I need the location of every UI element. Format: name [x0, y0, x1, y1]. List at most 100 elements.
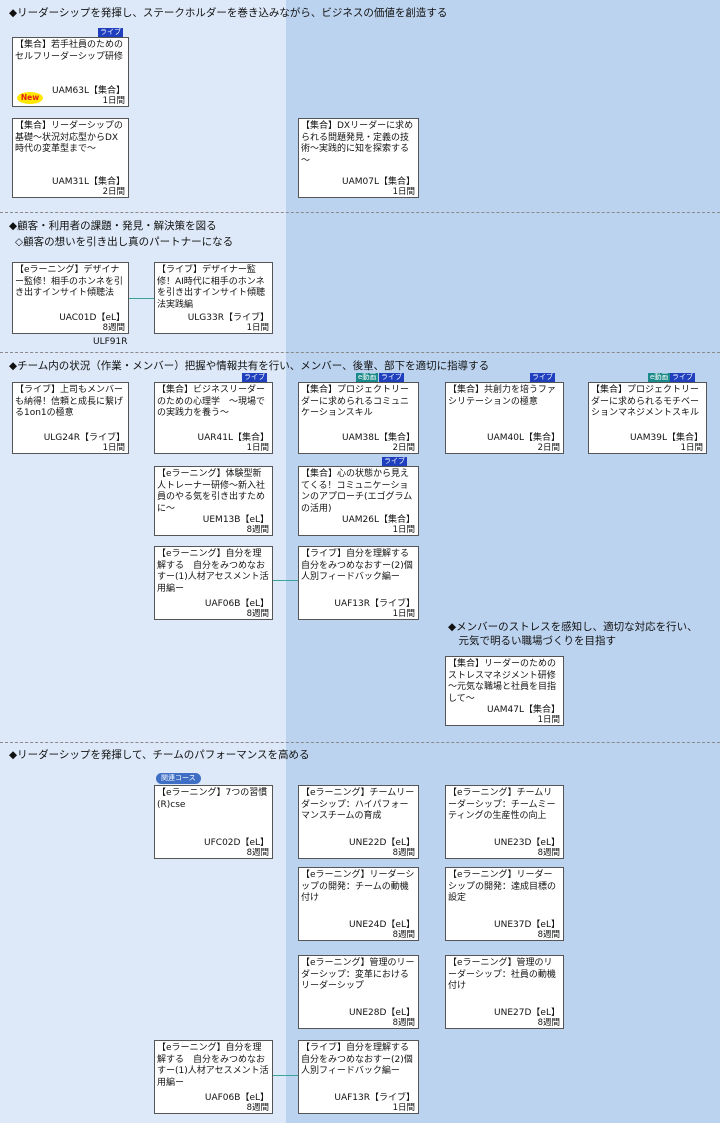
course-card[interactable]: 【集合】ビジネスリーダーのための心理学 ～現場での実践力を養う～ UAR41L【… [154, 382, 273, 454]
course-code: UAF06B【eL】 [204, 599, 269, 609]
course-duration: 1日間 [392, 187, 415, 197]
course-title: 【eラーニング】体験型新人トレーナー研修～新入社員のやる気を引き出すために～ [157, 469, 266, 514]
course-card[interactable]: 【eラーニング】リーダーシップの開発：達成目標の設定 UNE37D【eL】 8週… [445, 867, 564, 941]
section-heading-team-performance: ◆リーダーシップを発揮して、チームのパフォーマンスを高める [9, 749, 310, 761]
course-card[interactable]: 【eラーニング】チームリーダーシップ：チームミーティングの生産性の向上 UNE2… [445, 785, 564, 859]
course-title: 【eラーニング】管理のリーダーシップ：社員の動機付け [448, 958, 556, 991]
course-duration: 2日間 [102, 187, 125, 197]
course-card[interactable]: 【ライブ】デザイナー監修！AI時代に相手のホンネを引き出すインサイト傾聴法実践編… [154, 262, 273, 334]
course-duration: 1日間 [246, 443, 269, 453]
course-code: UAF06B【eL】 [204, 1093, 269, 1103]
live-badge: ライブ [382, 457, 407, 466]
course-duration: 1日間 [392, 609, 415, 619]
course-duration: 8週間 [392, 930, 415, 940]
course-card[interactable]: 【集合】プロジェクトリーダーに求められるモチベーションマネジメントスキル UAM… [588, 382, 707, 454]
course-title: 【集合】ビジネスリーダーのための心理学 ～現場での実践力を養う～ [157, 385, 266, 418]
course-duration: 8週間 [392, 848, 415, 858]
course-card[interactable]: 【eラーニング】7つの習慣(R)cse UFC02D【eL】 8週間 [154, 785, 273, 859]
course-code: UFC02D【eL】 [204, 838, 269, 848]
course-title: 【eラーニング】自分を理解する 自分をみつめなおすー(1)人材アセスメント活用編… [157, 1043, 269, 1088]
course-title: 【eラーニング】チームリーダーシップ：ハイパフォーマンスチームの育成 [301, 788, 415, 821]
card-connector [272, 580, 299, 581]
course-title: 【eラーニング】自分を理解する 自分をみつめなおすー(1)人材アセスメント活用編… [157, 549, 269, 594]
course-title: 【eラーニング】リーダーシップの開発：チームの動機付け [301, 870, 415, 903]
section-divider [0, 742, 720, 743]
live-badge: ライブ [379, 373, 404, 382]
course-code: UAM26L【集合】 [342, 515, 415, 525]
course-title: 【集合】DXリーダーに求められる問題発見・定義の技術～実践的に知を探索する～ [301, 121, 414, 166]
course-duration: 8週間 [246, 1103, 269, 1113]
live-badge: ライブ [98, 28, 123, 37]
course-code: UAF13R【ライブ】 [334, 599, 415, 609]
course-code: UAM38L【集合】 [342, 433, 415, 443]
course-card[interactable]: 【ライブ】自分を理解する 自分をみつめなおすー(2)個人別フィードバック編ー U… [298, 546, 419, 620]
course-title: 【集合】心の状態から見えてくる！コミュニケーションのアプローチ(エゴグラムの活用… [301, 469, 413, 514]
course-title: 【eラーニング】7つの習慣(R)cse [157, 788, 268, 810]
course-title: 【eラーニング】管理のリーダーシップ：変革におけるリーダーシップ [301, 958, 415, 991]
course-card[interactable]: 【eラーニング】チームリーダーシップ：ハイパフォーマンスチームの育成 UNE22… [298, 785, 419, 859]
course-duration: 1日間 [246, 323, 269, 333]
course-card[interactable]: 【集合】リーダーのためのストレスマネジメント研修～元気な職場と社員を目指して～ … [445, 656, 564, 726]
course-code: UAM07L【集合】 [342, 177, 415, 187]
course-card[interactable]: 【ライブ】自分を理解する 自分をみつめなおすー(2)個人別フィードバック編ー U… [298, 1040, 419, 1114]
course-card[interactable]: 【集合】若手社員のための セルフリーダーシップ研修 New UAM63L【集合】… [12, 37, 129, 107]
live-badge: ライブ [530, 373, 555, 382]
course-code: UAM39L【集合】 [630, 433, 703, 443]
course-title: 【集合】プロジェクトリーダーに求められるコミュニケーションスキル [301, 385, 410, 418]
course-duration: 8週間 [246, 609, 269, 619]
course-card[interactable]: 【eラーニング】管理のリーダーシップ：社員の動機付け UNE27D【eL】 8週… [445, 955, 564, 1029]
course-code: UEM13B【eL】 [202, 515, 269, 525]
course-duration: 1日間 [102, 443, 125, 453]
course-title: 【集合】リーダーのためのストレスマネジメント研修～元気な職場と社員を目指して～ [448, 659, 557, 704]
section-divider [0, 352, 720, 353]
course-duration: 1日間 [392, 525, 415, 535]
course-code: UAM40L【集合】 [487, 433, 560, 443]
course-code: UAR41L【集合】 [197, 433, 269, 443]
course-card[interactable]: 【eラーニング】管理のリーダーシップ：変革におけるリーダーシップ UNE28D【… [298, 955, 419, 1029]
course-card[interactable]: 【eラーニング】リーダーシップの開発：チームの動機付け UNE24D【eL】 8… [298, 867, 419, 941]
course-code: ULG33R【ライブ】 [187, 313, 269, 323]
course-card[interactable]: 【eラーニング】体験型新人トレーナー研修～新入社員のやる気を引き出すために～ U… [154, 466, 273, 536]
course-code: UAM31L【集合】 [52, 177, 125, 187]
course-card[interactable]: 【eラーニング】デザイナー監修！相手のホンネを引き出すインサイト傾聴法 UAC0… [12, 262, 129, 334]
course-code-label: ULF91R [93, 337, 128, 347]
course-duration: 1日間 [392, 1103, 415, 1113]
section-subheading-stress: ◆メンバーのストレスを感知し、適切な対応を行い、 元気で明るい職場づくりを目指す [448, 621, 698, 647]
section-heading-team-guidance: ◆チーム内の状況（作業・メンバー）把握や情報共有を行い、メンバー、後輩、部下を適… [9, 360, 490, 372]
new-tag: New [17, 92, 43, 104]
course-title: 【eラーニング】チームリーダーシップ：チームミーティングの生産性の向上 [448, 788, 556, 821]
course-card[interactable]: 【eラーニング】自分を理解する 自分をみつめなおすー(1)人材アセスメント活用編… [154, 546, 273, 620]
course-card[interactable]: 【集合】心の状態から見えてくる！コミュニケーションのアプローチ(エゴグラムの活用… [298, 466, 419, 536]
course-title: 【集合】リーダーシップの基礎～状況対応型からDX時代の変革型まで～ [15, 121, 123, 154]
course-code: UNE22D【eL】 [349, 838, 415, 848]
related-course-badge: 関連コース [156, 773, 201, 784]
course-card[interactable]: 【集合】DXリーダーに求められる問題発見・定義の技術～実践的に知を探索する～ U… [298, 118, 419, 198]
section-heading-value-creation: ◆リーダーシップを発揮し、ステークホルダーを巻き込みながら、ビジネスの価値を創造… [9, 7, 448, 19]
course-card[interactable]: 【集合】プロジェクトリーダーに求められるコミュニケーションスキル UAM38L【… [298, 382, 419, 454]
course-card[interactable]: 【eラーニング】自分を理解する 自分をみつめなおすー(1)人材アセスメント活用編… [154, 1040, 273, 1114]
video-badge: e動画 [356, 373, 379, 382]
course-code: UAM47L【集合】 [487, 705, 560, 715]
course-duration: 1日間 [680, 443, 703, 453]
course-title: 【eラーニング】デザイナー監修！相手のホンネを引き出すインサイト傾聴法 [15, 265, 123, 298]
course-title: 【集合】若手社員のための セルフリーダーシップ研修 [15, 40, 124, 62]
course-title: 【ライブ】自分を理解する 自分をみつめなおすー(2)個人別フィードバック編ー [301, 549, 419, 582]
course-duration: 8週間 [246, 848, 269, 858]
section-heading-customer-issues: ◆顧客・利用者の課題・発見・解決策を図る [9, 220, 217, 232]
course-title: 【ライブ】自分を理解する 自分をみつめなおすー(2)個人別フィードバック編ー [301, 1043, 419, 1076]
live-badge: ライブ [670, 373, 695, 382]
course-code: UNE24D【eL】 [349, 920, 415, 930]
course-code: UNE37D【eL】 [494, 920, 560, 930]
course-card[interactable]: 【集合】リーダーシップの基礎～状況対応型からDX時代の変革型まで～ UAM31L… [12, 118, 129, 198]
course-card[interactable]: 【集合】共創力を培うファシリテーションの極意 UAM40L【集合】 2日間 [445, 382, 564, 454]
course-code: UAM63L【集合】 [52, 86, 125, 96]
course-duration: 8週間 [537, 848, 560, 858]
course-card[interactable]: 【ライブ】上司もメンバーも納得！信頼と成長に繋げる1on1の極意 ULG24R【… [12, 382, 129, 454]
course-duration: 8週間 [102, 323, 125, 333]
live-badge: ライブ [242, 373, 267, 382]
course-title: 【ライブ】上司もメンバーも納得！信頼と成長に繋げる1on1の極意 [15, 385, 124, 418]
course-code: UAF13R【ライブ】 [334, 1093, 415, 1103]
course-duration: 8週間 [246, 525, 269, 535]
course-code: UNE27D【eL】 [494, 1008, 560, 1018]
course-title: 【集合】共創力を培うファシリテーションの極意 [448, 385, 556, 407]
